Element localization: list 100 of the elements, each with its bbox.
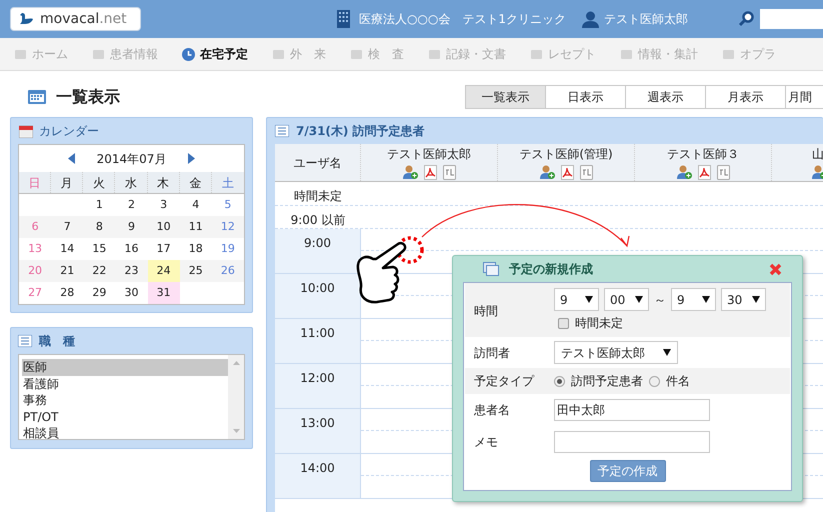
calendar-day[interactable]: 5: [212, 194, 244, 216]
calendar-day[interactable]: 3: [148, 194, 180, 216]
time-label: 13:00: [275, 409, 361, 453]
calendar-day[interactable]: 18: [180, 238, 212, 260]
field-label: 訪問者: [474, 344, 511, 362]
add-person-icon[interactable]: [402, 165, 418, 179]
view-tab[interactable]: 日表示: [545, 85, 626, 109]
visitor-dropdown[interactable]: テスト医師太郎: [554, 341, 678, 364]
weekday-label: 火: [83, 172, 116, 193]
column-header: ユーザ名: [275, 144, 361, 181]
user-icon: [582, 10, 599, 28]
job-type-option[interactable]: 事務: [22, 392, 228, 408]
field-label: 患者名: [474, 402, 511, 419]
time-label: 9:00: [275, 229, 361, 273]
calendar-day[interactable]: 14: [51, 238, 84, 260]
nav-icon: [272, 48, 285, 60]
calendar-day[interactable]: 15: [83, 238, 116, 260]
memo-field[interactable]: [554, 431, 710, 453]
add-person-icon[interactable]: [812, 165, 823, 179]
dotted-circle: [396, 236, 424, 264]
calendar-day[interactable]: 21: [51, 260, 84, 282]
staff-name: 山: [812, 146, 823, 163]
building-icon: [336, 10, 350, 28]
dropdown-arrow-icon: [585, 296, 593, 303]
panel-title: 職 種: [39, 333, 75, 350]
add-person-icon[interactable]: [676, 165, 692, 179]
view-tab[interactable]: 週表示: [625, 85, 706, 109]
checkbox[interactable]: [558, 318, 569, 328]
job-type-option[interactable]: 相談員: [22, 425, 228, 442]
nav-icon: [14, 48, 27, 60]
calendar-day[interactable]: 26: [212, 260, 244, 282]
page-title: 一覧表示: [56, 86, 120, 108]
time-label: 9:00 以前: [290, 212, 346, 228]
nav-icon: [428, 48, 441, 60]
calendar-day[interactable]: 31: [148, 282, 180, 304]
radio-button[interactable]: [554, 376, 565, 386]
list-icon: [275, 125, 289, 137]
dialog-title: 予定の新規作成: [509, 261, 594, 278]
range-separator: ～: [654, 292, 666, 308]
job-type-option[interactable]: 医師: [22, 359, 228, 376]
dropdown[interactable]: 9: [671, 288, 716, 311]
calendar-day[interactable]: 4: [180, 194, 212, 216]
view-tab[interactable]: 一覧表示: [465, 85, 546, 109]
search-field[interactable]: [760, 9, 823, 29]
job-type-list[interactable]: 医師 看護師 事務 PT/OT 相談員: [18, 354, 245, 440]
dropdown[interactable]: 00: [604, 288, 649, 311]
calendar-day[interactable]: 10: [148, 216, 180, 238]
organization-name: 医療法人○○○会 テスト1クリニック: [358, 11, 566, 28]
calendar-day[interactable]: 25: [180, 260, 212, 282]
calendar-day[interactable]: 23: [115, 260, 148, 282]
calendar-day[interactable]: 2: [115, 194, 148, 216]
calendar-month: 2014年07月: [96, 150, 166, 168]
bird-logo-icon: [19, 12, 35, 26]
calendar-grid-icon: [28, 90, 46, 104]
next-month-icon[interactable]: [188, 153, 196, 164]
view-tab[interactable]: 月表示: [705, 85, 786, 109]
calendar-day[interactable]: 29: [83, 282, 116, 304]
view-tab[interactable]: 月間: [785, 85, 823, 109]
calendar-day[interactable]: 7: [51, 216, 84, 238]
patient-name-field[interactable]: 田中太郎: [554, 399, 710, 421]
calendar-day[interactable]: 22: [83, 260, 116, 282]
radio-label: 訪問予定患者: [571, 373, 643, 390]
panel-title: カレンダー: [39, 123, 99, 140]
calendar-day[interactable]: 9: [115, 216, 148, 238]
nav-icon: [92, 48, 105, 60]
add-person-icon[interactable]: [540, 165, 554, 179]
logo[interactable]: movacal.net: [10, 7, 141, 31]
nav-tab[interactable]: 在宅予定: [182, 45, 248, 63]
weekday-label: 水: [115, 172, 148, 193]
time-label: 10:00: [275, 274, 361, 318]
calendar-day[interactable]: 24: [148, 260, 180, 282]
field-label: 予定タイプ: [474, 373, 536, 390]
calendar-day[interactable]: 11: [180, 216, 212, 238]
calendar-day[interactable]: 16: [115, 238, 148, 260]
radio-button[interactable]: [649, 376, 660, 386]
panel-title: 7/31(木) 訪問予定患者: [296, 123, 425, 140]
job-type-option[interactable]: 看護師: [22, 376, 228, 392]
job-type-option[interactable]: PT/OT: [22, 408, 228, 425]
staff-name: テスト医師(管理): [519, 146, 613, 163]
calendar-day[interactable]: 1: [83, 194, 116, 216]
dropdown[interactable]: 30: [721, 288, 766, 311]
calendar-day[interactable]: 12: [212, 216, 244, 238]
calendar-day[interactable]: 30: [115, 282, 148, 304]
calendar-day[interactable]: 8: [83, 216, 116, 238]
pdf-icon[interactable]: [424, 165, 436, 180]
calendar-day[interactable]: 28: [51, 282, 84, 304]
time-label: 時間未定: [293, 188, 343, 204]
field-label: 時間: [474, 303, 499, 320]
nav-icon: [530, 48, 543, 60]
calendar-day[interactable]: 19: [212, 238, 244, 260]
pdf-icon[interactable]: [698, 165, 710, 180]
search-icon[interactable]: [738, 11, 754, 27]
close-icon[interactable]: [769, 262, 782, 276]
previous-month-icon[interactable]: [68, 153, 75, 164]
pdf-icon[interactable]: [560, 165, 574, 180]
dropdown[interactable]: 9: [554, 288, 599, 311]
weekday-label: 土: [220, 174, 235, 192]
pointing-hand-drawing: [356, 242, 406, 304]
calendar-day[interactable]: 17: [148, 238, 180, 260]
weekday-label: 月: [51, 172, 84, 193]
